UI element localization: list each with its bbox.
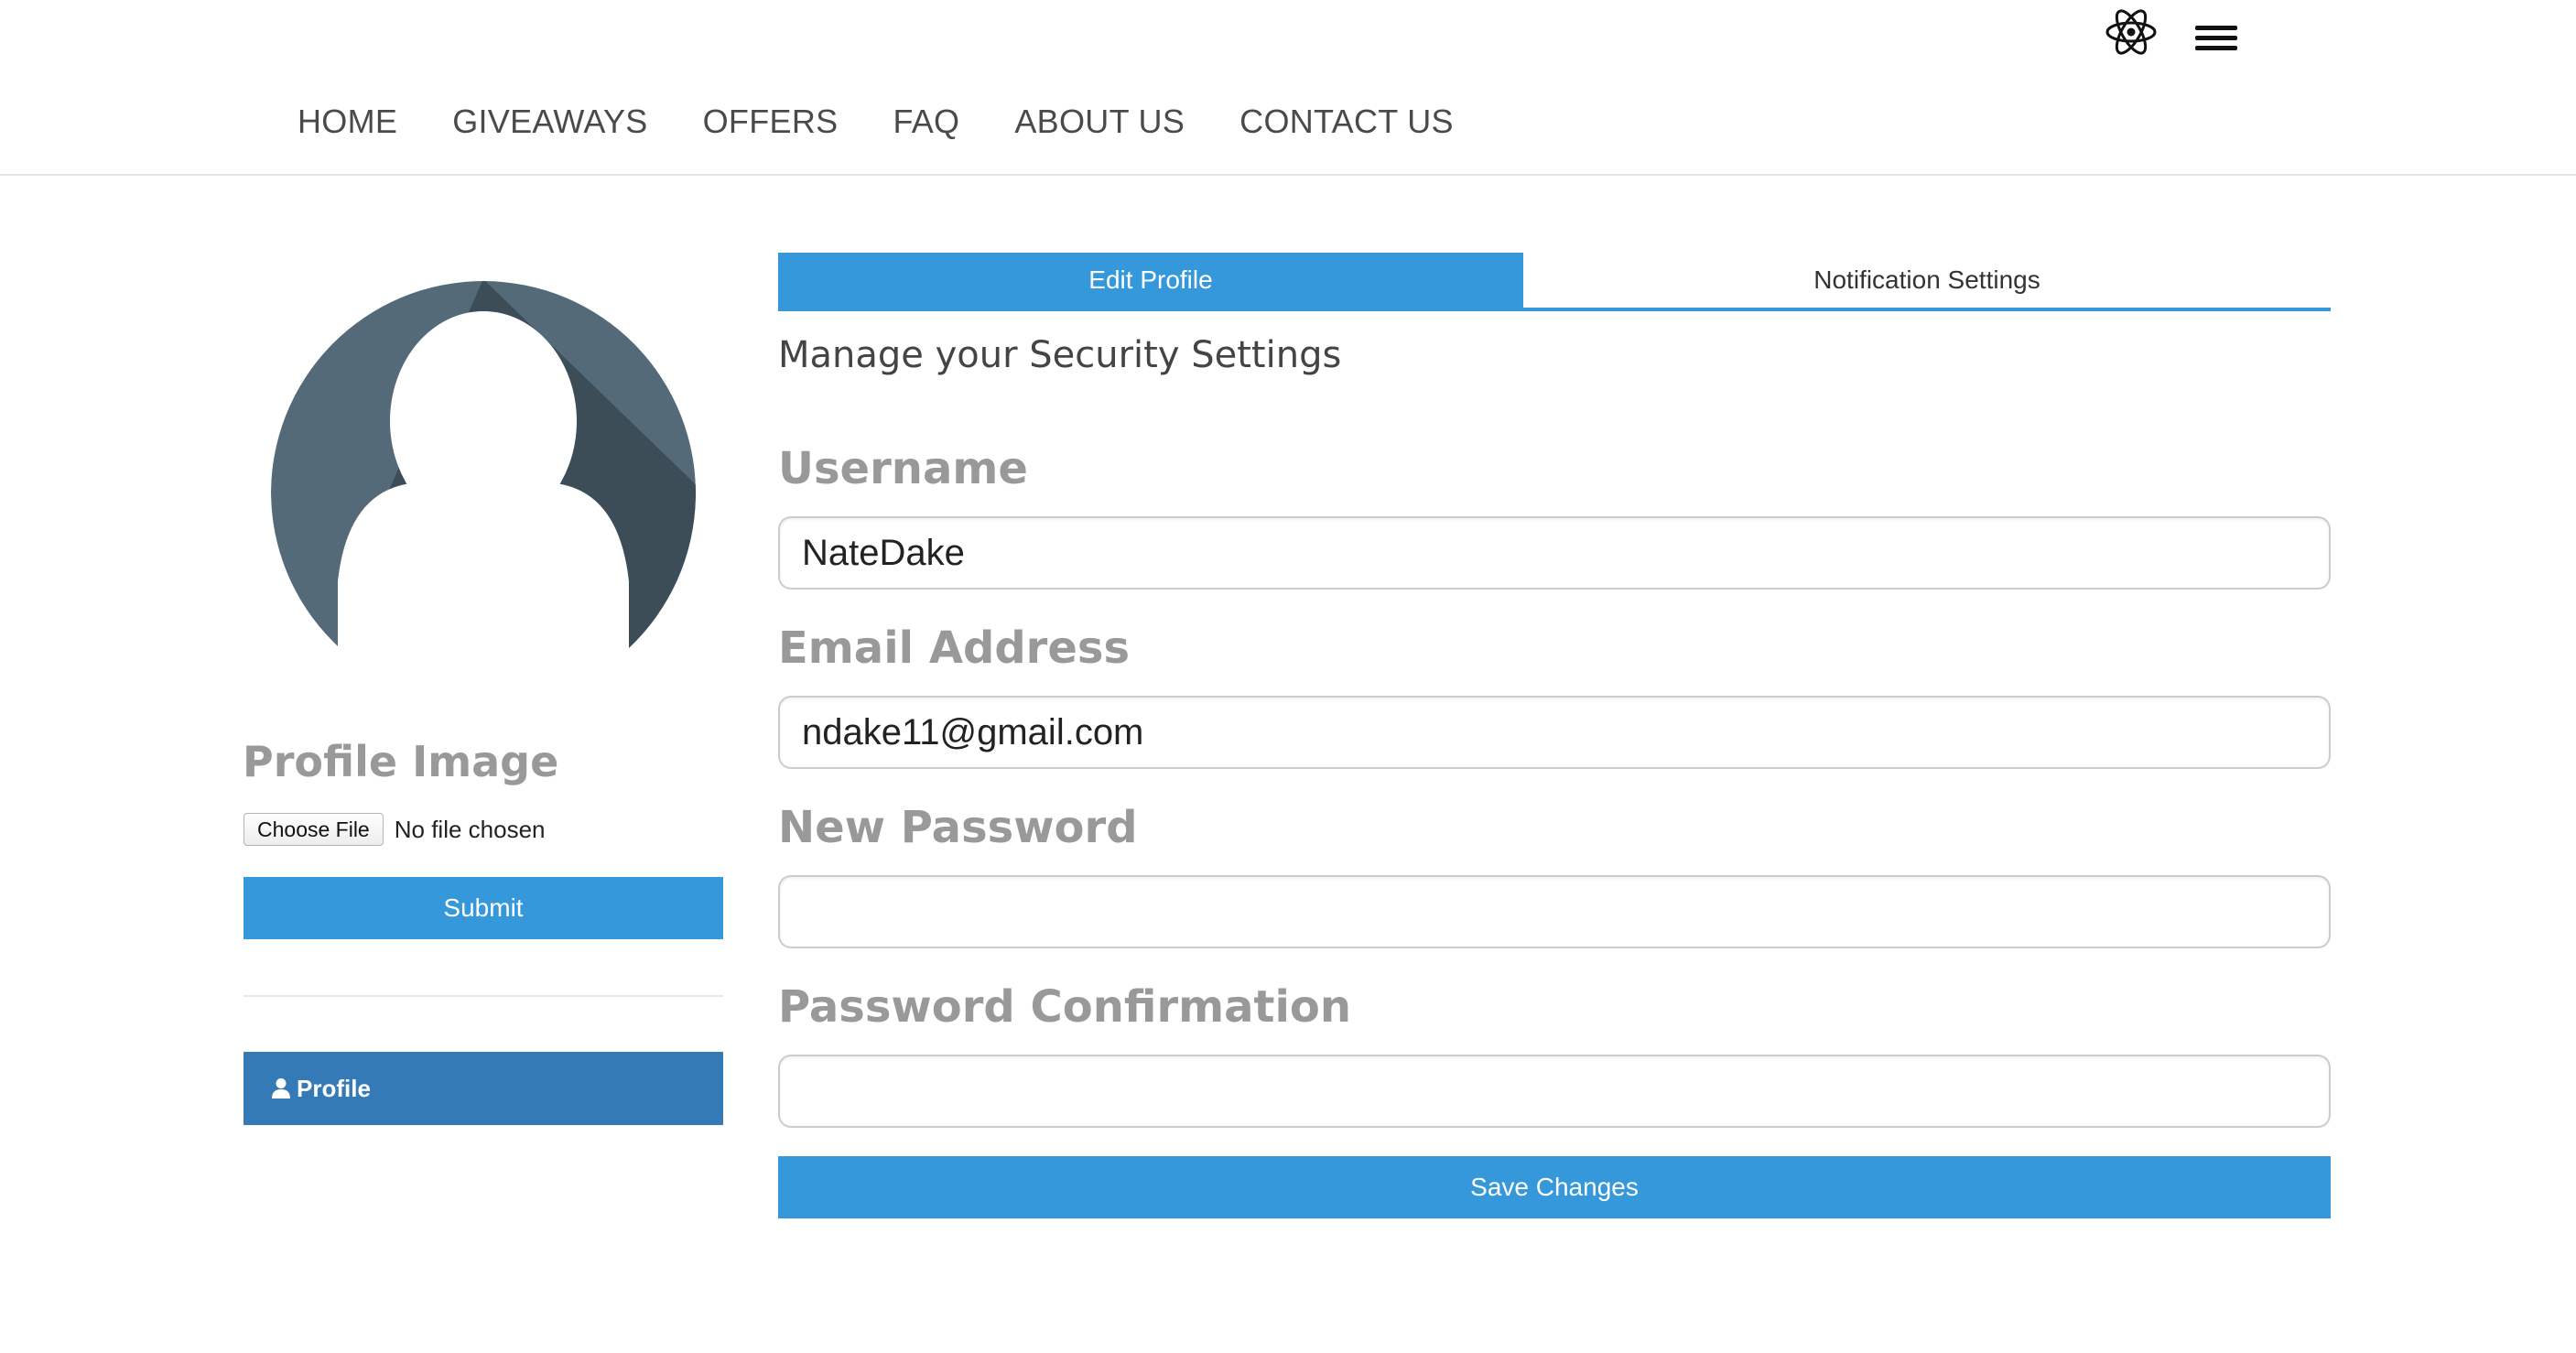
react-atom-icon[interactable] <box>2105 5 2158 59</box>
profile-image-heading: Profile Image <box>243 737 559 786</box>
file-picker: Choose File No file chosen <box>244 813 546 846</box>
nav-offers[interactable]: OFFERS <box>703 103 839 141</box>
sidebar-item-profile[interactable]: Profile <box>244 1052 723 1125</box>
user-icon <box>272 1078 290 1099</box>
main-nav: HOME GIVEAWAYS OFFERS FAQ ABOUT US CONTA… <box>298 103 1454 141</box>
nav-giveaways[interactable]: GIVEAWAYS <box>452 103 647 141</box>
username-label: Username <box>778 443 1028 494</box>
submit-image-button[interactable]: Submit <box>244 877 723 939</box>
username-field[interactable] <box>778 516 2331 590</box>
sidebar-item-label: Profile <box>297 1074 371 1102</box>
password-confirmation-field[interactable] <box>778 1055 2331 1128</box>
top-navbar: HOME GIVEAWAYS OFFERS FAQ ABOUT US CONTA… <box>0 0 2576 176</box>
nav-faq[interactable]: FAQ <box>893 103 959 141</box>
file-status-text: No file chosen <box>394 815 546 843</box>
nav-home[interactable]: HOME <box>298 103 397 141</box>
sidebar-divider <box>244 995 723 997</box>
password-confirmation-label: Password Confirmation <box>778 981 1352 1033</box>
new-password-field[interactable] <box>778 875 2331 948</box>
avatar-placeholder <box>271 281 696 649</box>
email-field[interactable] <box>778 696 2331 769</box>
save-changes-button[interactable]: Save Changes <box>778 1156 2331 1218</box>
tab-edit-profile[interactable]: Edit Profile <box>778 253 1523 308</box>
new-password-label: New Password <box>778 802 1138 853</box>
tab-notification-settings[interactable]: Notification Settings <box>1523 253 2331 308</box>
choose-file-button[interactable]: Choose File <box>244 813 384 846</box>
email-label: Email Address <box>778 622 1131 674</box>
hamburger-menu-icon[interactable] <box>2195 20 2239 53</box>
nav-about-us[interactable]: ABOUT US <box>1014 103 1185 141</box>
settings-tabs: Edit Profile Notification Settings <box>778 253 2331 311</box>
nav-contact-us[interactable]: CONTACT US <box>1239 103 1454 141</box>
section-title: Manage your Security Settings <box>778 334 1342 376</box>
